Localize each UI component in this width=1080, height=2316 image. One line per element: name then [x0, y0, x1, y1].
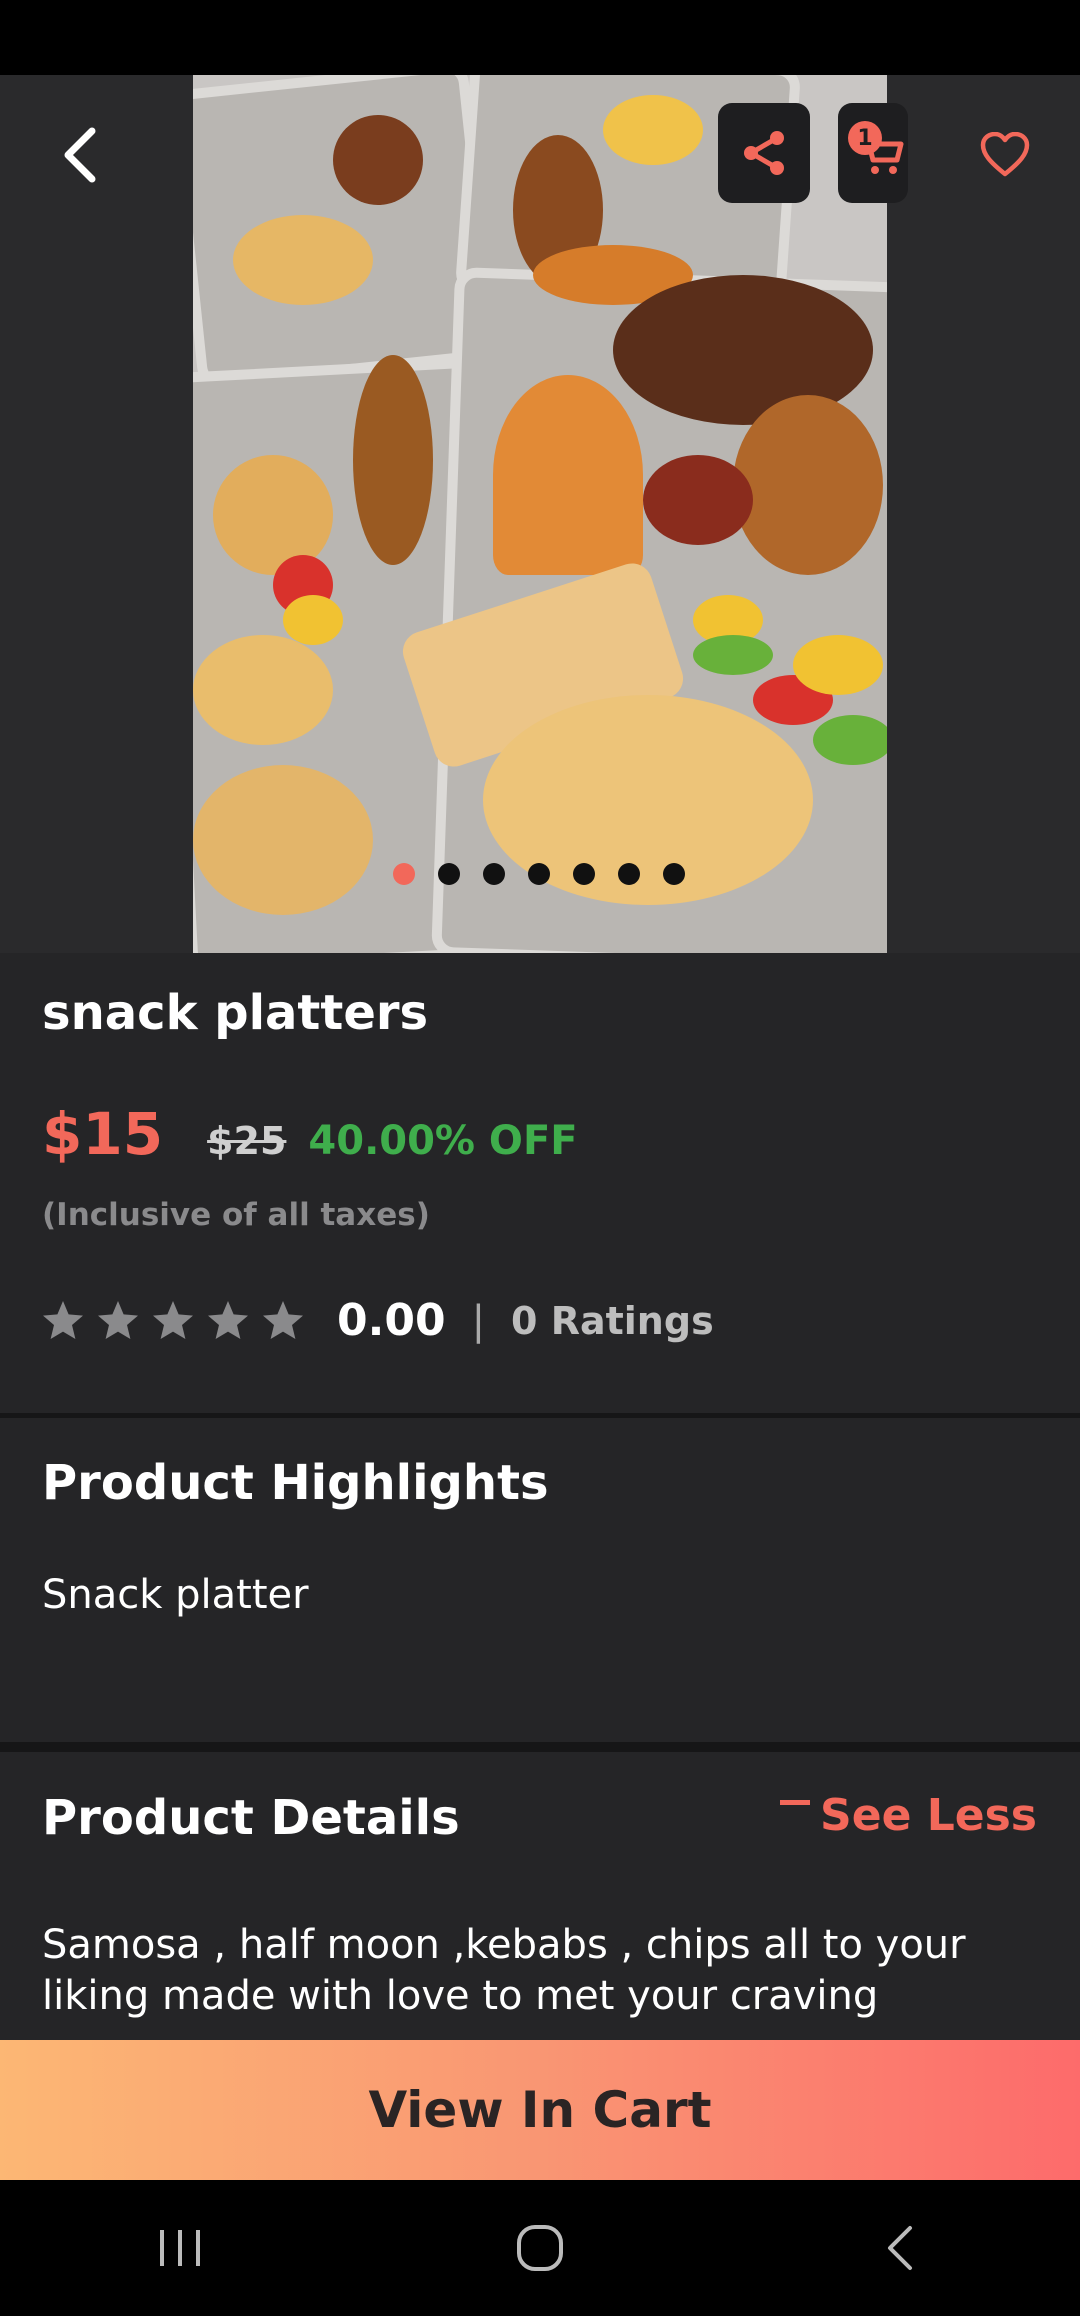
section-divider	[0, 1742, 1080, 1752]
recent-apps-icon	[160, 2230, 200, 2266]
favorite-button[interactable]	[965, 115, 1045, 195]
details-title: Product Details	[42, 1790, 460, 1846]
system-nav-bar	[0, 2180, 1080, 2316]
chevron-left-icon	[64, 127, 96, 183]
share-icon	[744, 131, 784, 175]
carousel-dot[interactable]	[618, 863, 640, 885]
tax-note: (Inclusive of all taxes)	[42, 1197, 430, 1233]
back-arrow-icon	[888, 2226, 912, 2270]
home-button[interactable]	[480, 2198, 600, 2298]
product-image-carousel[interactable]: 1	[0, 75, 1080, 953]
rating-separator: |	[471, 1297, 486, 1344]
star-icon	[208, 1300, 248, 1339]
cart-button[interactable]: 1	[838, 103, 908, 203]
highlights-title: Product Highlights	[42, 1455, 549, 1511]
rating-value: 0.00	[337, 1295, 446, 1346]
star-icon	[98, 1300, 138, 1339]
star-icon	[263, 1300, 303, 1339]
sale-price: $15	[42, 1100, 164, 1168]
price-row: $15 $25 40.00% OFF	[42, 1100, 578, 1168]
details-text: Samosa , half moon ,kebabs , chips all t…	[42, 1922, 966, 2019]
see-less-button[interactable]: See Less	[780, 1790, 1037, 1841]
discount-badge: 40.00% OFF	[308, 1118, 578, 1164]
see-less-label: See Less	[820, 1790, 1037, 1841]
view-in-cart-button[interactable]: View In Cart	[0, 2040, 1080, 2180]
cart-badge: 1	[848, 121, 882, 155]
product-title: snack platters	[42, 985, 429, 1041]
status-bar	[0, 0, 1080, 75]
highlights-text: Snack platter	[42, 1572, 309, 1618]
carousel-dot[interactable]	[483, 863, 505, 885]
rating-row[interactable]: 0.00 | 0 Ratings	[40, 1295, 714, 1346]
rating-count: 0 Ratings	[511, 1298, 714, 1343]
share-button[interactable]	[718, 103, 810, 203]
home-icon	[517, 2225, 563, 2271]
carousel-dot[interactable]	[573, 863, 595, 885]
system-back-button[interactable]	[840, 2198, 960, 2298]
carousel-indicator	[0, 863, 1079, 885]
back-button[interactable]	[40, 115, 120, 195]
carousel-dot[interactable]	[663, 863, 685, 885]
heart-icon	[980, 132, 1030, 177]
original-price: $25	[207, 1119, 287, 1163]
star-rating	[40, 1298, 315, 1344]
star-icon	[43, 1300, 83, 1339]
view-in-cart-label: View In Cart	[368, 2081, 712, 2139]
product-photo	[193, 75, 887, 953]
carousel-dot[interactable]	[393, 863, 415, 885]
section-divider	[0, 1413, 1080, 1418]
recent-apps-button[interactable]	[120, 2198, 240, 2298]
carousel-dot[interactable]	[528, 863, 550, 885]
star-icon	[153, 1300, 193, 1339]
minus-icon	[780, 1800, 811, 1805]
carousel-dot[interactable]	[438, 863, 460, 885]
